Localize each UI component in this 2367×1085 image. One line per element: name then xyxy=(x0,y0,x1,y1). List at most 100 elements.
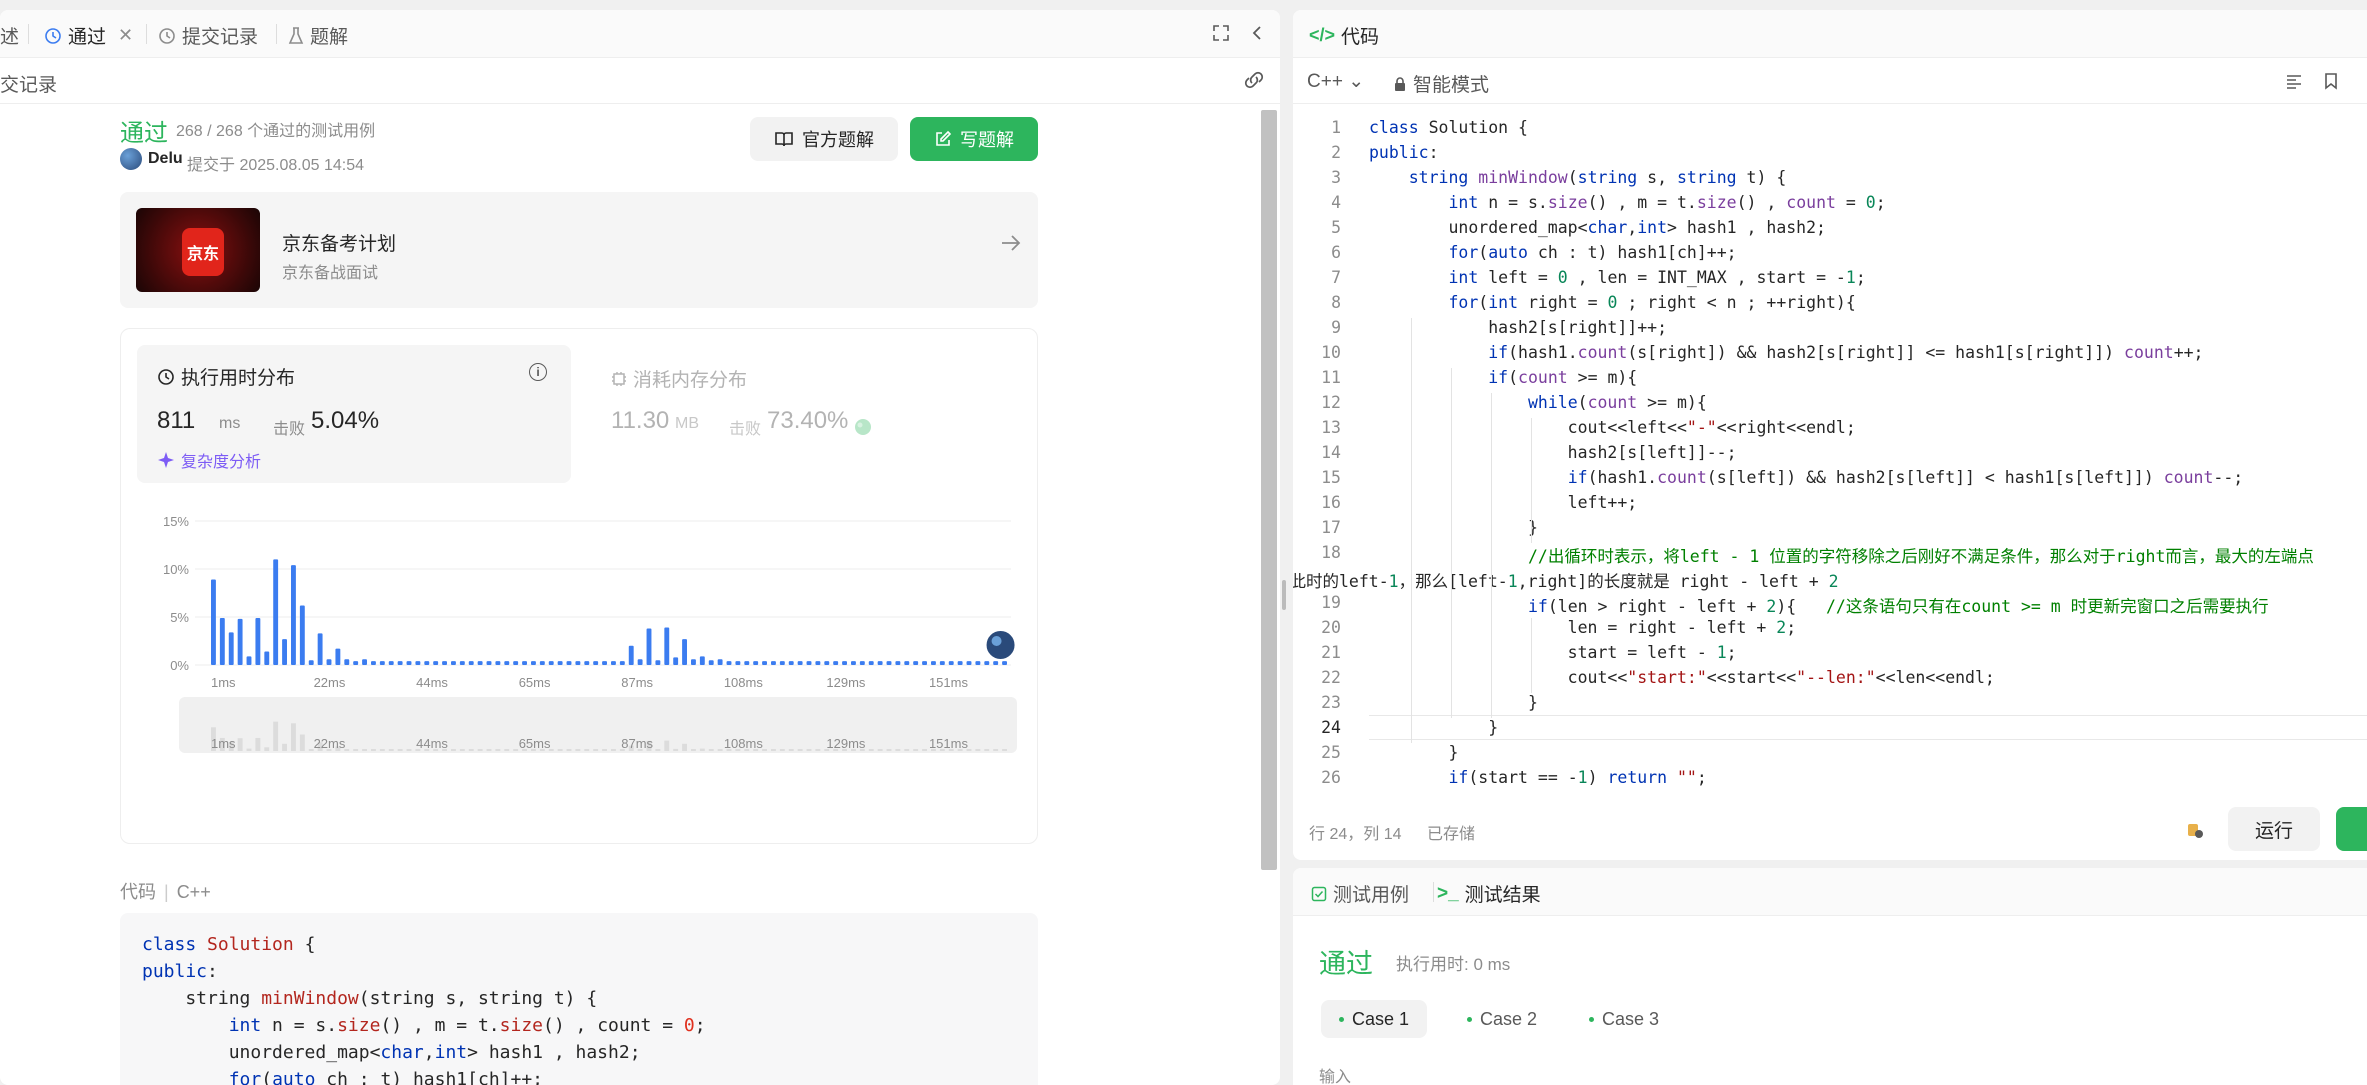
code-line[interactable]: left++; xyxy=(1369,493,1638,512)
chart-bar[interactable] xyxy=(522,661,527,665)
code-line[interactable]: if(start == -1) return ""; xyxy=(1369,768,1706,787)
chart-bar[interactable] xyxy=(495,661,501,665)
chart-bar[interactable] xyxy=(397,661,403,665)
chart-bar[interactable] xyxy=(931,661,936,665)
code-line[interactable]: if(len > right - left + 2){ //这条语句只有在cou… xyxy=(1369,593,2269,617)
chart-bar[interactable] xyxy=(246,656,252,665)
chart-bar[interactable] xyxy=(237,618,243,665)
chart-bar[interactable] xyxy=(717,659,723,665)
chart-bar[interactable] xyxy=(922,661,927,665)
chart-bar[interactable] xyxy=(477,661,483,665)
tab-solutions[interactable]: 题解 xyxy=(288,22,348,49)
code-editor[interactable]: 1 class Solution {2 public: 3 string minWin… xyxy=(1293,114,2367,794)
code-line[interactable]: public: xyxy=(1369,143,1439,162)
chart-bar[interactable] xyxy=(948,661,954,665)
chart-bar[interactable] xyxy=(424,661,430,665)
code-line[interactable]: } xyxy=(1369,743,1458,762)
chart-bar[interactable] xyxy=(824,661,830,665)
chart-bar[interactable] xyxy=(913,661,919,665)
tab-description[interactable]: 述 xyxy=(0,22,19,49)
chart-bar[interactable] xyxy=(379,661,385,665)
chart-bar[interactable] xyxy=(984,661,990,665)
chart-bar[interactable] xyxy=(415,661,421,665)
chart-bar[interactable] xyxy=(619,661,625,665)
promo-card[interactable]: 京东 京东备考计划 京东备战面试 xyxy=(120,192,1038,308)
chart-bar[interactable] xyxy=(886,661,892,665)
chart-bar[interactable] xyxy=(326,659,332,665)
chart-bar[interactable] xyxy=(531,661,536,665)
chart-bar[interactable] xyxy=(371,661,376,665)
chart-bar[interactable] xyxy=(433,661,439,665)
chart-bar[interactable] xyxy=(939,661,945,665)
runtime-distribution-chart[interactable]: 15% 10% 5% 0% 1ms 22ms 44ms 65ms 87ms 108ms 129ms 1… xyxy=(121,501,1039,845)
left-scrollbar[interactable] xyxy=(1261,110,1277,870)
chart-bar[interactable] xyxy=(219,617,225,665)
chart-bar[interactable] xyxy=(228,632,234,665)
chart-bar[interactable] xyxy=(344,659,350,665)
code-line[interactable]: unordered_map<char,int> hash1 , hash2; xyxy=(1369,218,1826,237)
collapse-icon[interactable] xyxy=(1250,24,1264,47)
code-line[interactable]: hash2[s[right]]++; xyxy=(1369,318,1667,337)
code-line[interactable]: } xyxy=(1369,718,1498,737)
bookmark-icon[interactable] xyxy=(2323,72,2339,95)
chart-bar[interactable] xyxy=(539,661,545,665)
chart-bar[interactable] xyxy=(806,661,812,665)
code-line[interactable]: } xyxy=(1369,693,1538,712)
code-line[interactable]: cout<<"start:"<<start<<"--len:"<<len<<en… xyxy=(1369,668,1995,687)
chart-bar[interactable] xyxy=(682,639,687,665)
code-line[interactable]: int left = 0 , len = INT_MAX , start = -… xyxy=(1369,268,1865,287)
chart-bar[interactable] xyxy=(299,605,305,665)
chart-bar[interactable] xyxy=(584,661,590,665)
chart-bar[interactable] xyxy=(673,657,679,665)
close-tab-icon[interactable]: ✕ xyxy=(118,25,133,46)
code-line[interactable]: if(count >= m){ xyxy=(1369,368,1637,387)
chart-bar[interactable] xyxy=(815,661,821,665)
chart-bar[interactable] xyxy=(842,661,847,665)
fullscreen-icon[interactable] xyxy=(1212,24,1230,47)
chart-bar[interactable] xyxy=(966,661,972,665)
chart-bar[interactable] xyxy=(575,661,581,665)
chart-bar[interactable] xyxy=(557,661,563,665)
submit-button[interactable] xyxy=(2336,807,2367,851)
official-solution-button[interactable]: 官方题解 xyxy=(750,117,898,161)
user-marker-avatar[interactable] xyxy=(984,629,1017,661)
complexity-analysis-link[interactable]: 复杂度分析 xyxy=(157,448,261,472)
chart-bar[interactable] xyxy=(859,661,865,665)
chart-bar[interactable] xyxy=(833,661,839,665)
case-tab-3[interactable]: Case 3 xyxy=(1571,1000,1677,1038)
chart-bar[interactable] xyxy=(451,661,456,665)
chart-bar[interactable] xyxy=(708,660,714,665)
chart-bar[interactable] xyxy=(788,661,794,665)
chart-bar[interactable] xyxy=(353,661,359,665)
chart-bar[interactable] xyxy=(744,661,750,665)
code-line[interactable]: hash2[s[left]]--; xyxy=(1369,443,1737,462)
chart-bar[interactable] xyxy=(664,627,670,665)
chart-bar[interactable] xyxy=(406,661,412,665)
code-line[interactable]: for(int right = 0 ; right < n ; ++right)… xyxy=(1369,293,1855,312)
chart-bar[interactable] xyxy=(762,661,767,665)
chart-bar[interactable] xyxy=(868,661,874,665)
smart-mode-toggle[interactable]: 智能模式 xyxy=(1393,70,1489,97)
chart-bar[interactable] xyxy=(548,661,554,665)
case-tab-2[interactable]: Case 2 xyxy=(1449,1000,1555,1038)
code-line[interactable]: start = left - 1; xyxy=(1369,643,1737,662)
chart-bar[interactable] xyxy=(504,661,510,665)
code-line[interactable]: int n = s.size() , m = t.size() , count … xyxy=(1369,193,1885,212)
tab-test-cases[interactable]: 测试用例 xyxy=(1311,880,1409,907)
chart-bar[interactable] xyxy=(468,661,474,665)
code-line[interactable]: if(hash1.count(s[left]) && hash2[s[left]… xyxy=(1369,468,2244,487)
runtime-card[interactable]: 执行用时分布 i 811 ms 击败 5.04% 复杂度分析 xyxy=(137,345,571,483)
chart-bar[interactable] xyxy=(273,559,279,665)
panel-resize-handle[interactable] xyxy=(1282,580,1286,610)
chart-bar[interactable] xyxy=(877,661,883,665)
chart-bar[interactable] xyxy=(779,661,785,665)
chart-bar[interactable] xyxy=(362,659,367,665)
code-line[interactable]: len = right - left + 2; xyxy=(1369,618,1797,637)
code-line[interactable]: 是此时的left-1，那么[left-1,right]的长度就是 right -… xyxy=(1293,568,1839,592)
debug-icon[interactable] xyxy=(2183,818,2205,845)
chart-bar[interactable] xyxy=(282,639,287,665)
chart-bar[interactable] xyxy=(593,661,599,665)
code-line[interactable]: class Solution { xyxy=(1369,118,1528,137)
chart-bar[interactable] xyxy=(993,661,999,665)
chart-bar[interactable] xyxy=(628,645,634,665)
